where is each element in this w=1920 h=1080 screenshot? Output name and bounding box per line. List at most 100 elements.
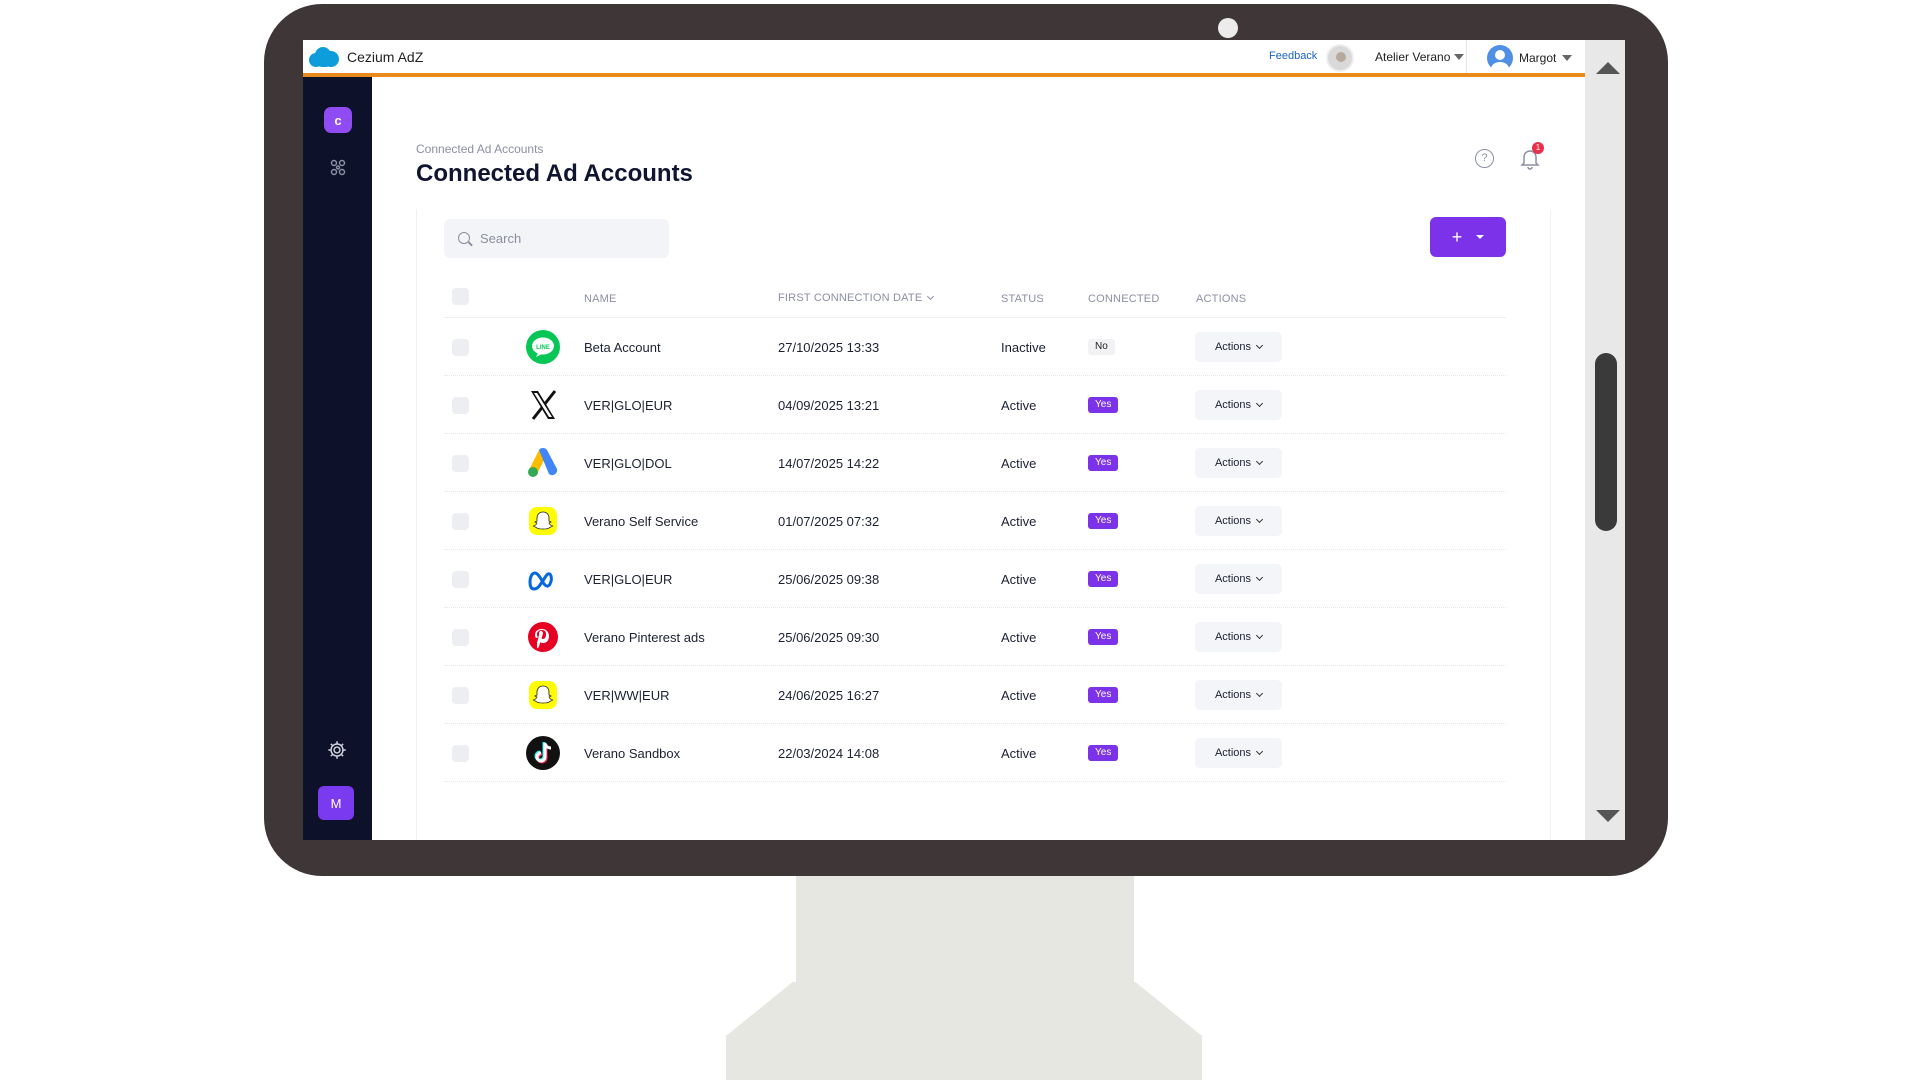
meta-icon: [524, 560, 562, 598]
actions-label: Actions: [1214, 399, 1252, 411]
scroll-down-arrow-icon[interactable]: [1596, 810, 1620, 822]
main-content: Connected Ad Accounts Connected Ad Accou…: [372, 77, 1585, 840]
row-checkbox[interactable]: [452, 455, 469, 472]
snapchat-icon: [524, 502, 562, 540]
status-text: Active: [1001, 398, 1037, 413]
app-name: Cezium AdZ: [347, 49, 424, 65]
scrollbar-thumb[interactable]: [1595, 353, 1617, 531]
table-row[interactable]: VER|GLO|EUR 04/09/2025 13:21 Active Yes Acti…: [444, 376, 1506, 434]
snapchat-icon: [524, 676, 562, 714]
actions-dropdown-button[interactable]: Actions: [1195, 332, 1282, 362]
actions-label: Actions: [1214, 457, 1252, 469]
actions-dropdown-button[interactable]: Actions: [1195, 622, 1282, 652]
column-status[interactable]: STATUS: [1001, 293, 1044, 305]
scrollbar[interactable]: [1585, 40, 1625, 840]
table-header: NAME FIRST CONNECTION DATE STATUS CONNEC…: [444, 274, 1506, 318]
monitor-stand-base: [726, 982, 1202, 1080]
first-connection-date: 04/09/2025 13:21: [778, 398, 880, 413]
scroll-up-arrow-icon[interactable]: [1596, 62, 1620, 74]
table-row[interactable]: VER|GLO|DOL 14/07/2025 14:22 Active Yes Acti…: [444, 434, 1506, 492]
row-checkbox[interactable]: [452, 339, 469, 356]
connected-badge: Yes: [1088, 745, 1119, 761]
actions-label: Actions: [1214, 573, 1252, 585]
table-row[interactable]: LINE Beta Account 27/10/2025 13:33 Inactive…: [444, 318, 1506, 376]
actions-dropdown-button[interactable]: Actions: [1195, 738, 1282, 768]
user-avatar[interactable]: M: [318, 786, 354, 820]
status-text: Active: [1001, 572, 1037, 587]
line-icon: LINE: [524, 328, 562, 366]
accounts-card: + NAME FIRST CONNECTION DATE STATUS CONN…: [416, 209, 1551, 840]
app-logo-icon[interactable]: c: [324, 107, 352, 133]
caret-down-icon: [1476, 235, 1485, 239]
connected-badge: Yes: [1088, 687, 1119, 703]
chevron-down-icon: [1255, 341, 1264, 349]
row-checkbox[interactable]: [452, 571, 469, 588]
breadcrumb[interactable]: Connected Ad Accounts: [416, 142, 543, 156]
actions-dropdown-button[interactable]: Actions: [1195, 448, 1282, 478]
search-box[interactable]: [444, 219, 669, 258]
tiktok-icon: [524, 734, 562, 772]
actions-label: Actions: [1214, 747, 1252, 759]
org-name: Atelier Verano: [1375, 50, 1451, 64]
row-checkbox[interactable]: [452, 687, 469, 704]
search-input[interactable]: [480, 219, 660, 258]
first-connection-date: 25/06/2025 09:30: [778, 630, 880, 645]
gear-icon[interactable]: [323, 739, 351, 766]
svg-text:LINE: LINE: [536, 345, 550, 351]
column-connected[interactable]: CONNECTED: [1088, 293, 1159, 305]
caret-down-icon: [1562, 55, 1573, 61]
actions-label: Actions: [1214, 631, 1252, 643]
actions-label: Actions: [1214, 515, 1252, 527]
account-name[interactable]: Verano Pinterest ads: [584, 630, 705, 645]
org-avatar[interactable]: [1326, 44, 1354, 72]
account-name[interactable]: Beta Account: [584, 340, 661, 355]
first-connection-date: 22/03/2024 14:08: [778, 746, 880, 761]
account-name[interactable]: VER|GLO|DOL: [584, 456, 672, 471]
row-checkbox[interactable]: [452, 629, 469, 646]
row-checkbox[interactable]: [452, 397, 469, 414]
connected-badge: No: [1088, 339, 1115, 355]
first-connection-date: 01/07/2025 07:32: [778, 514, 880, 529]
column-first-connection-date[interactable]: FIRST CONNECTION DATE: [778, 292, 935, 304]
page-title: Connected Ad Accounts: [416, 160, 693, 187]
table-row[interactable]: VER|WW|EUR 24/06/2025 16:27 Active Yes Actio…: [444, 666, 1506, 724]
nodes-icon[interactable]: [324, 157, 352, 184]
status-text: Inactive: [1001, 340, 1046, 355]
account-name[interactable]: VER|GLO|EUR: [584, 572, 672, 587]
row-checkbox[interactable]: [452, 513, 469, 530]
table-row[interactable]: Verano Sandbox 22/03/2024 14:08 Active Yes A…: [444, 724, 1506, 782]
user-avatar-icon: [1487, 45, 1513, 71]
first-connection-date: 24/06/2025 16:27: [778, 688, 880, 703]
feedback-link[interactable]: Feedback: [1269, 50, 1317, 62]
account-name[interactable]: Verano Sandbox: [584, 746, 680, 761]
row-checkbox[interactable]: [452, 745, 469, 762]
table-row[interactable]: VER|GLO|EUR 25/06/2025 09:38 Active Yes Acti…: [444, 550, 1506, 608]
connected-badge: Yes: [1088, 629, 1119, 645]
column-name[interactable]: NAME: [584, 293, 617, 305]
select-all-checkbox[interactable]: [452, 288, 469, 305]
user-menu[interactable]: Margot: [1487, 45, 1573, 71]
actions-dropdown-button[interactable]: Actions: [1195, 680, 1282, 710]
column-actions: ACTIONS: [1196, 293, 1247, 305]
account-name[interactable]: Verano Self Service: [584, 514, 698, 529]
brand[interactable]: Cezium AdZ: [309, 46, 423, 68]
chevron-down-icon: [1255, 399, 1264, 407]
plus-icon: +: [1451, 226, 1463, 247]
table-row[interactable]: Verano Self Service 01/07/2025 07:32 Activ…: [444, 492, 1506, 550]
table-row[interactable]: Verano Pinterest ads 25/06/2025 09:30 Acti…: [444, 608, 1506, 666]
org-switcher[interactable]: Atelier Verano: [1375, 50, 1465, 64]
actions-dropdown-button[interactable]: Actions: [1195, 506, 1282, 536]
account-name[interactable]: VER|GLO|EUR: [584, 398, 672, 413]
help-icon[interactable]: ?: [1475, 149, 1494, 168]
add-account-button[interactable]: +: [1430, 217, 1506, 257]
connected-badge: Yes: [1088, 455, 1119, 471]
caret-down-icon: [1454, 54, 1465, 60]
account-name[interactable]: VER|WW|EUR: [584, 688, 669, 703]
chevron-down-icon: [1255, 515, 1264, 523]
actions-dropdown-button[interactable]: Actions: [1195, 390, 1282, 420]
actions-dropdown-button[interactable]: Actions: [1195, 564, 1282, 594]
top-bar: Cezium AdZ Feedback Atelier Verano Margo…: [303, 40, 1585, 77]
google-ads-icon: [524, 444, 562, 482]
connected-badge: Yes: [1088, 571, 1119, 587]
screen: Cezium AdZ Feedback Atelier Verano Margo…: [303, 40, 1625, 840]
